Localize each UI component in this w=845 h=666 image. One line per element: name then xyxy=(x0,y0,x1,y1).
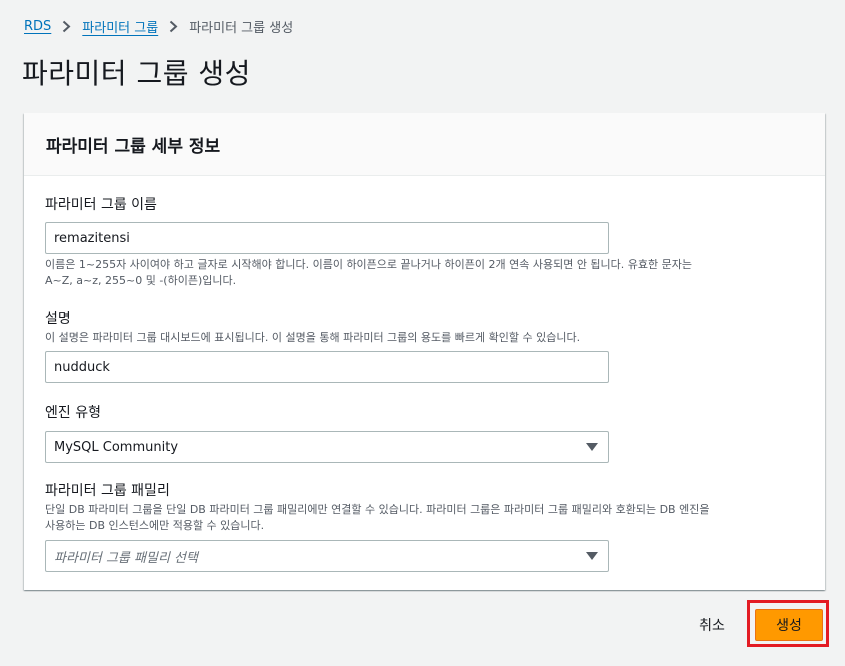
breadcrumb-current: 파라미터 그룹 생성 xyxy=(189,20,294,36)
description-field: 설명 이 설명은 파라미터 그룹 대시보드에 표시됩니다. 이 설명을 통해 파… xyxy=(45,308,795,383)
breadcrumb-rds-link[interactable]: RDS xyxy=(24,19,51,34)
description-label: 설명 xyxy=(45,311,71,327)
engine-type-selected: MySQL Community xyxy=(54,439,179,455)
family-field: 파라미터 그룹 패밀리 단일 DB 파라미터 그룹을 단일 DB 파라미터 그룹… xyxy=(45,480,795,572)
panel-header: 파라미터 그룹 세부 정보 xyxy=(24,113,825,176)
name-hint: 이름은 1~255자 사이여야 하고 글자로 시작해야 합니다. 이름이 하이픈… xyxy=(45,257,795,289)
chevron-right-icon xyxy=(169,20,178,33)
breadcrumb-parameter-groups-link[interactable]: 파라미터 그룹 xyxy=(82,17,158,36)
family-hint-line1: 단일 DB 파라미터 그룹을 단일 DB 파라미터 그룹 패밀리에만 연결할 수… xyxy=(45,503,710,516)
chevron-right-icon xyxy=(62,20,71,33)
family-select[interactable]: 파라미터 그룹 패밀리 선택 xyxy=(45,540,609,572)
engine-type-select[interactable]: MySQL Community xyxy=(45,431,609,463)
engine-type-field: 엔진 유형 MySQL Community xyxy=(45,402,795,463)
page: RDS 파라미터 그룹 파라미터 그룹 생성 파라미터 그룹 생성 파라미터 그… xyxy=(0,0,845,666)
name-field: 파라미터 그룹 이름 이름은 1~255자 사이여야 하고 글자로 시작해야 합… xyxy=(45,194,795,289)
create-button[interactable]: 생성 xyxy=(755,609,823,641)
breadcrumb: RDS 파라미터 그룹 파라미터 그룹 생성 xyxy=(24,15,293,37)
caret-down-icon xyxy=(586,552,598,560)
parameter-group-details-panel: 파라미터 그룹 세부 정보 파라미터 그룹 이름 이름은 1~255자 사이여야… xyxy=(24,113,825,590)
page-title: 파라미터 그룹 생성 xyxy=(22,57,251,90)
engine-type-label: 엔진 유형 xyxy=(45,405,101,421)
name-hint-line1: 이름은 1~255자 사이여야 하고 글자로 시작해야 합니다. 이름이 하이픈… xyxy=(45,258,693,271)
name-input[interactable] xyxy=(45,222,609,254)
description-hint: 이 설명은 파라미터 그룹 대시보드에 표시됩니다. 이 설명을 통해 파라미터… xyxy=(45,331,581,344)
family-label: 파라미터 그룹 패밀리 xyxy=(45,483,170,499)
cancel-button[interactable]: 취소 xyxy=(685,609,739,641)
name-label: 파라미터 그룹 이름 xyxy=(45,197,157,213)
name-hint-line2: A~Z, a~z, 255~0 및 -(하이픈)입니다. xyxy=(45,274,237,287)
description-input[interactable] xyxy=(45,351,609,383)
family-hint-line2: 사용하는 DB 인스턴스에만 적용할 수 있습니다. xyxy=(45,519,265,532)
family-hint: 단일 DB 파라미터 그룹을 단일 DB 파라미터 그룹 패밀리에만 연결할 수… xyxy=(45,502,795,534)
panel-title: 파라미터 그룹 세부 정보 xyxy=(46,136,221,157)
family-placeholder: 파라미터 그룹 패밀리 선택 xyxy=(54,550,198,566)
caret-down-icon xyxy=(586,443,598,451)
